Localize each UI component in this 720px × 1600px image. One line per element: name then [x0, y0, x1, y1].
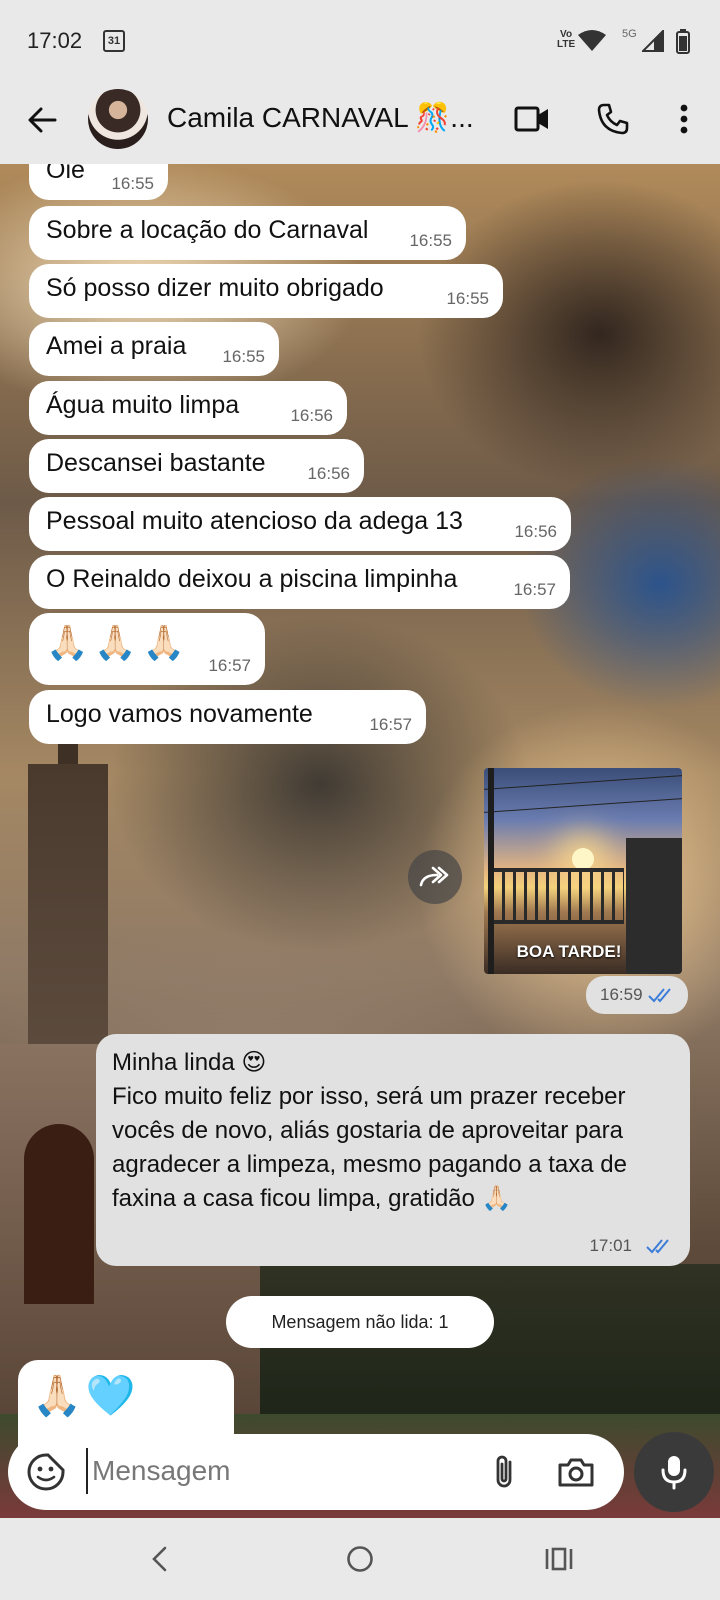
image-message[interactable]: BOA TARDE! — [484, 768, 682, 974]
nav-recents-icon — [545, 1547, 573, 1571]
message-time: 16:56 — [514, 522, 557, 541]
paperclip-icon — [496, 1455, 512, 1488]
message-text: Pessoal muito atencioso da adega 13 — [46, 507, 463, 535]
message-time: 16:55 — [111, 174, 154, 193]
voice-call-button[interactable] — [590, 96, 636, 142]
message-bubble[interactable]: Amei a praia 16:55 — [29, 322, 279, 376]
message-bubble[interactable]: Só posso dizer muito obrigado 16:55 — [29, 264, 503, 318]
contact-name[interactable]: Camila CARNAVAL 🎊... — [167, 101, 474, 134]
chat-header: Camila CARNAVAL 🎊... — [0, 80, 720, 164]
message-text: Descansei bastante — [46, 449, 266, 477]
camera-button[interactable] — [556, 1452, 596, 1492]
image-message-meta: 16:59 — [586, 976, 688, 1014]
message-bubble[interactable]: Descansei bastante 16:56 — [29, 439, 364, 493]
message-text: 🙏🏻🙏🏻🙏🏻 — [46, 624, 192, 662]
image-sun — [572, 848, 594, 870]
message-composer — [8, 1434, 624, 1510]
status-time: 17:02 — [27, 28, 83, 53]
sticker-button[interactable] — [26, 1452, 66, 1492]
back-button[interactable] — [20, 98, 64, 142]
attach-button[interactable] — [482, 1452, 522, 1492]
unread-messages-banner: Mensagem não lida: 1 — [226, 1296, 494, 1348]
nav-back-icon — [152, 1546, 167, 1572]
double-check-icon — [648, 988, 671, 1003]
message-text: Água muito limpa — [46, 391, 240, 419]
wallpaper-arch — [24, 1124, 94, 1304]
nav-home-button[interactable] — [337, 1536, 383, 1582]
message-time: 16:57 — [513, 580, 556, 599]
arrow-left-icon — [28, 107, 57, 133]
message-text: O Reinaldo deixou a piscina limpinha — [46, 565, 458, 593]
message-input[interactable] — [86, 1448, 466, 1494]
battery-icon — [676, 29, 690, 54]
message-bubble[interactable]: Logo vamos novamente 16:57 — [29, 690, 426, 744]
image-caption: BOA TARDE! — [516, 942, 622, 961]
message-time: 16:57 — [208, 656, 251, 675]
message-text: Sobre a locação do Carnaval — [46, 216, 369, 244]
message-text: Só posso dizer muito obrigado — [46, 274, 384, 302]
message-time: 16:56 — [307, 464, 350, 483]
network-type: 5G — [622, 28, 637, 40]
nav-back-button[interactable] — [136, 1536, 182, 1582]
message-time: 16:55 — [446, 289, 489, 308]
signal-icon — [642, 30, 664, 52]
image-wires — [484, 775, 682, 813]
forward-icon — [419, 866, 449, 887]
kebab-menu-icon — [680, 104, 688, 134]
volte-icon: Vo LTE — [557, 29, 576, 50]
message-bubble[interactable]: 🙏🏻🙏🏻🙏🏻 16:57 — [29, 613, 265, 685]
system-nav-bar — [0, 1518, 720, 1600]
status-bar: 17:02 31 Vo LTE 5G — [0, 0, 720, 80]
double-check-icon — [646, 1239, 669, 1254]
camera-icon — [558, 1458, 594, 1487]
contact-avatar[interactable] — [88, 89, 148, 149]
message-bubble[interactable]: Pessoal muito atencioso da adega 13 16:5… — [29, 497, 571, 551]
outgoing-message-bubble[interactable]: Minha linda 😍 Fico muito feliz por isso,… — [96, 1034, 690, 1266]
image-railing — [494, 868, 624, 924]
message-greeting: Minha linda 😍 — [112, 1049, 267, 1076]
message-time: 16:55 — [409, 231, 452, 250]
message-text: Amei a praia — [46, 332, 187, 360]
more-options-button[interactable] — [661, 96, 707, 142]
nav-home-icon — [347, 1546, 373, 1572]
message-time: 16:56 — [290, 406, 333, 425]
message-bubble[interactable]: Oie 16:55 — [29, 164, 168, 200]
message-time: 16:55 — [222, 347, 265, 366]
microphone-icon — [661, 1456, 687, 1490]
message-time: 17:01 — [589, 1236, 632, 1255]
message-text: Oie — [46, 164, 85, 184]
message-text: Minha linda 😍 Fico muito feliz por isso,… — [112, 1046, 672, 1216]
nav-recents-button[interactable] — [536, 1536, 582, 1582]
calendar-icon: 31 — [103, 30, 125, 52]
forward-button[interactable] — [408, 850, 462, 904]
message-body: Fico muito feliz por isso, será um praze… — [112, 1083, 627, 1212]
message-bubble[interactable]: Sobre a locação do Carnaval 16:55 — [29, 206, 466, 260]
message-text: 🙏🏻🩵 — [32, 1374, 140, 1418]
video-camera-icon — [514, 106, 548, 132]
message-time: 16:57 — [369, 715, 412, 734]
wifi-icon — [578, 30, 606, 51]
message-text: Logo vamos novamente — [46, 700, 313, 728]
chat-area[interactable]: Oie 16:55 Sobre a locação do Carnaval 16… — [0, 164, 720, 1518]
message-bubble[interactable]: Água muito limpa 16:56 — [29, 381, 347, 435]
video-call-button[interactable] — [509, 96, 555, 142]
sticker-icon — [27, 1453, 65, 1491]
message-time: 16:59 — [600, 985, 643, 1004]
message-bubble[interactable]: O Reinaldo deixou a piscina limpinha 16:… — [29, 555, 570, 609]
phone-icon — [597, 103, 629, 135]
voice-message-button[interactable] — [634, 1432, 714, 1512]
